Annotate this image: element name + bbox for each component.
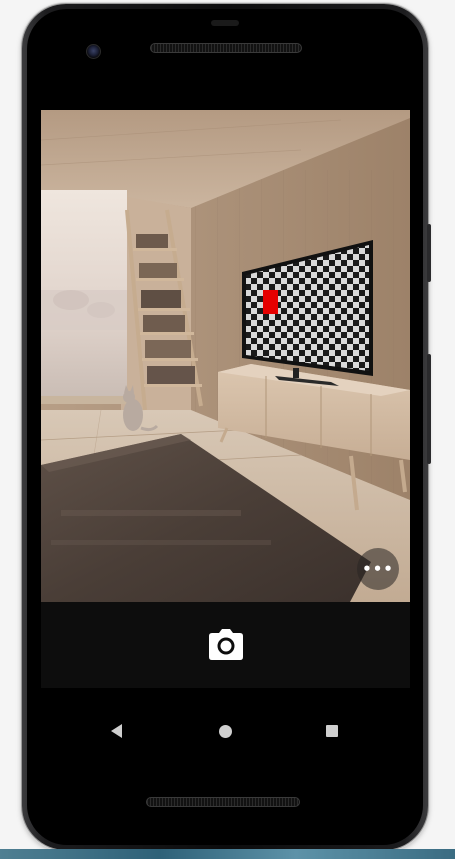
camera-control-bar (41, 602, 410, 688)
back-triangle-icon[interactable] (111, 724, 122, 738)
earpiece-speaker (150, 43, 302, 53)
power-button (427, 224, 431, 282)
more-options-button[interactable]: ••• (357, 548, 399, 590)
recents-square-icon[interactable] (326, 725, 338, 737)
camera-viewfinder[interactable]: ••• (41, 110, 410, 602)
bottom-speaker (146, 797, 300, 807)
home-circle-icon[interactable] (219, 725, 232, 738)
top-slot (211, 20, 239, 26)
front-camera-icon (86, 44, 101, 59)
page: ••• (0, 0, 455, 859)
camera-icon[interactable] (207, 627, 245, 665)
viewfinder-scene (41, 110, 410, 602)
volume-rocker (427, 354, 431, 464)
red-marker (263, 290, 278, 314)
screen: ••• (41, 110, 410, 688)
desktop-strip (0, 849, 455, 859)
